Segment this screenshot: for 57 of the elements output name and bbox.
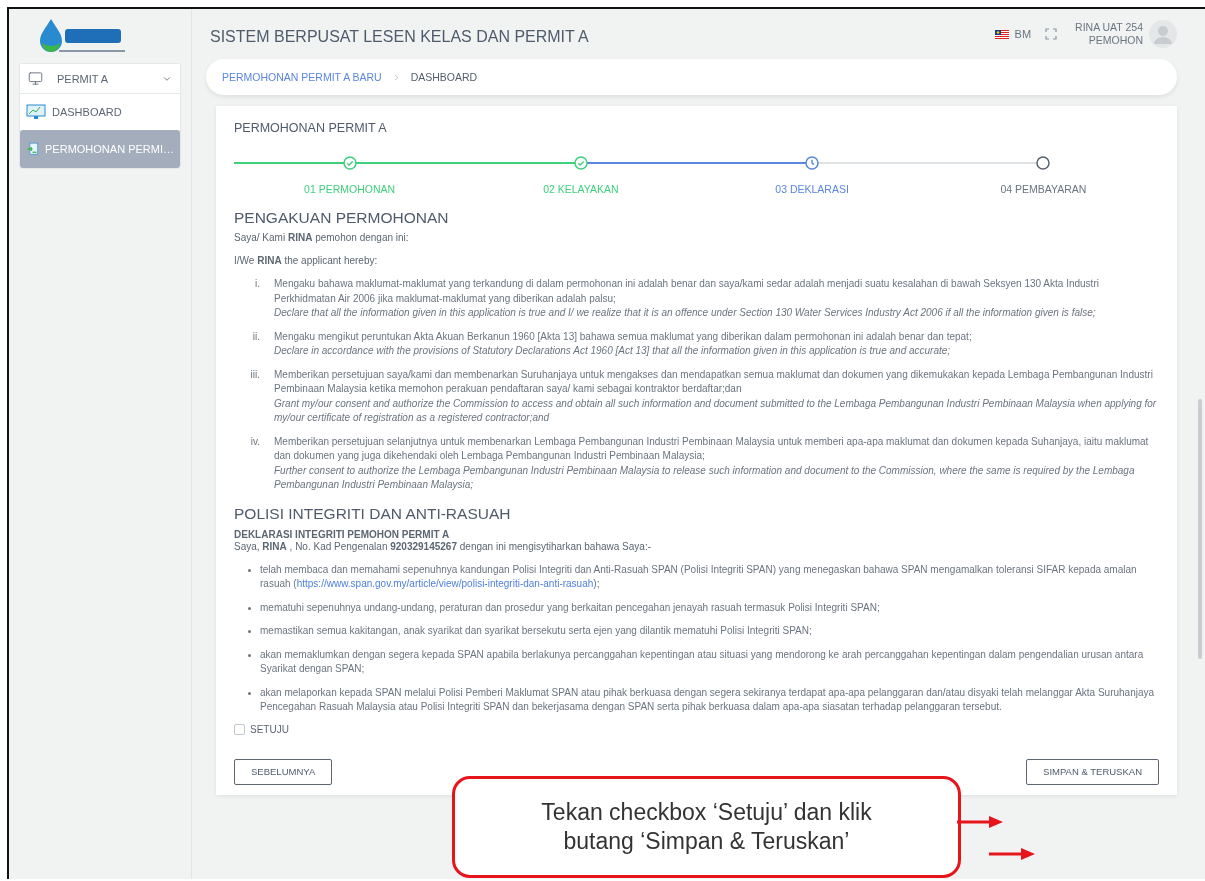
declaration-translation: Further consent to authorize the Lembaga Pembangunan Industri Pembinaan Malaysia to release such information and document to the Commission, where the same is required by the Lembaga Pembangunan Industri Pembinaan Malaysia;	[274, 463, 1136, 492]
step-label: 03 DEKLARASI	[775, 183, 849, 195]
intro-text: I/We RINA the applicant hereby:	[234, 254, 379, 268]
agree-label: SETUJU	[250, 723, 289, 735]
user-name: RINA UAT 254	[1075, 21, 1143, 34]
bullet-icon	[248, 568, 251, 572]
avatar-icon[interactable]	[1149, 20, 1177, 48]
flag-icon	[994, 29, 1009, 39]
step-label: 04 PEMBAYARAN	[1000, 183, 1087, 195]
agree-checkbox[interactable]	[234, 723, 245, 735]
policy-text: akan memaklumkan dengan segera kepada SPAN apabila berlakunya percanggahan kepentingan atau situasi yang mendorong ke arah percanggahan kepentingan dalam pengendalian urusan antara Syarikat dengan SPAN;	[260, 647, 1145, 676]
declaration-translation: Declare that all the information given in this application is true and I/ we realize that it is an offence under Section 130 Water Services Industry Act 2006 if all the information given is false;	[274, 306, 1097, 320]
section-heading: POLISI INTEGRITI DAN ANTI-RASUAH	[234, 504, 512, 523]
step-label: 01 PERMOHONAN	[304, 183, 396, 195]
fullscreen-icon[interactable]	[1045, 28, 1058, 40]
card-title: PERMOHONAN PERMIT A	[234, 121, 388, 135]
breadcrumb-link[interactable]: PERMOHONAN PERMIT A BARU	[222, 71, 382, 83]
policy-text: telah membaca dan memahami sepenuhnya kandungan Polisi Integriti dan Anti-Rasuah SPAN (Polisi Integriti SPAN) yang menegaskan bahawa SPAN mengamalkan toleransi SIFAR kepada amalan rasuah (https://www.span.gov.my/article/view/polisi-integriti-dan-anti-rasuah);	[260, 562, 1138, 591]
bullet-icon	[248, 653, 251, 657]
list-marker: ii.	[251, 329, 261, 344]
declaration-text: Mengaku bahawa maklumat-maklumat yang terkandung di dalam permohonan ini adalah benar dan saya/kami sedar adalah menjadi suatu kesalahan di bawah Seksyen 130 Akta Industri Perkhidmatan Air 2006 jika maklumat-maklumat yang diberikan adalah palsu;	[274, 277, 1100, 306]
list-marker: i.	[254, 277, 261, 291]
bullet-icon	[248, 691, 251, 695]
breadcrumb-current: DASHBOARD	[410, 71, 478, 83]
check-circle-icon	[573, 156, 588, 170]
chart-screen-icon	[26, 104, 46, 120]
save-continue-button[interactable]: SIMPAN & TERUSKAN	[1026, 758, 1159, 785]
section-heading: PENGAKUAN PERMOHONAN	[234, 209, 450, 227]
declaration-translation: Grant my/our consent and authorize the Commission to access and obtain all such information and document submitted to the Lembaga Pembangunan Industri Pembinaan Malaysia when applying for my/our certificate of registration as a registered contractor;and	[274, 396, 1158, 425]
check-circle-icon	[342, 156, 357, 170]
policy-text: akan melaporkan kepada SPAN melalui Polisi Pemberi Maklumat SPAN atau pihak berkuasa dengan segera sekiranya terdapat apa-apa pelanggaran dan/atau disyaki telah melanggar Akta Suruhanjaya Pencegahan Rasuah Malaysia atau Polisi Integriti SPAN dan bekerjasama dengan SPAN serta pihak berkuasa dalam apa-apa siasatan terhadap pelanggaran tersebut.	[260, 685, 1156, 714]
chevron-right-icon	[393, 73, 399, 81]
back-button[interactable]: SEBELUMNYA	[234, 758, 333, 785]
arrow-icon	[989, 847, 1037, 861]
circle-icon	[1036, 156, 1051, 170]
step-label: 02 KELAYAKAN	[543, 183, 619, 195]
policy-text: mematuhi sepenuhnya undang-undang, peraturan dan prosedur yang berkaitan pencegahan jenayah rasuah termasuk Polisi Integriti SPAN;	[260, 600, 881, 615]
list-marker: iv.	[249, 434, 261, 449]
language-label[interactable]: BM	[1014, 28, 1032, 40]
declaration-subheading: DEKLARASI INTEGRITI PEMOHON PERMIT A	[234, 528, 451, 540]
declaration-text: Memberikan persetujuan selanjutnya untuk membenarkan Lembaga Pembangunan Industri Pembinaan Malaysia untuk memberi apa-apa maklumat dan dokumen kepada Suhanjaya, iaitu maklumat dan dokumen yang juga dikehendaki oleh Lembaga Pembangunan Industri Pembinaan Malaysia;	[274, 434, 1150, 463]
intro-text: Saya/ Kami RINA pemohon dengan ini:	[234, 231, 410, 245]
policy-text: memastikan semua kakitangan, anak syarikat dan syarikat bersekutu serta ejen yang dilantik mematuhi Polisi Integriti SPAN;	[260, 624, 813, 638]
callout-text: Tekan checkbox ‘Setuju’ dan klik	[541, 798, 872, 827]
bullet-icon	[248, 630, 251, 633]
list-marker: iii.	[249, 367, 261, 382]
bullet-icon	[248, 606, 251, 610]
declaration-statement: Saya, RINA , No. Kad Pengenalan 920329145267 dengan ini mengisytiharkan bahawa Saya:-	[234, 539, 652, 554]
clock-icon	[805, 156, 820, 170]
declaration-text: Mengaku mengikut peruntukan Akta Akuan Berkanun 1960 [Akta 13] bahawa semua maklumat yang diberikan dalam permohonan ini adalah benar dan tepat;	[274, 329, 973, 344]
page-title: SISTEM BERPUSAT LESEN KELAS DAN PERMIT A	[209, 27, 590, 46]
callout-text: butang ‘Simpan & Teruskan’	[563, 827, 850, 856]
user-role: PEMOHON	[1088, 34, 1143, 47]
declaration-translation: Declare in accordance with the provisions of Statutory Declarations Act 1960 [Act 13] that all the information given in this application is true and accurate;	[274, 344, 952, 358]
monitor-icon	[28, 71, 43, 86]
declaration-text: Memberikan persetujuan saya/kami dan membenarkan Suruhanjaya untuk mengakses dan mendapatkan semua maklumat dan dokumen yang dikemukakan kepada Lembaga Pembangunan Industri Pembinaan Malaysia ketika memohon perakuan pendaftaran saya/ kami sebagai kontraktor berdaftar;dan	[274, 367, 1154, 396]
module-dropdown[interactable]: PERMIT A	[20, 64, 180, 94]
